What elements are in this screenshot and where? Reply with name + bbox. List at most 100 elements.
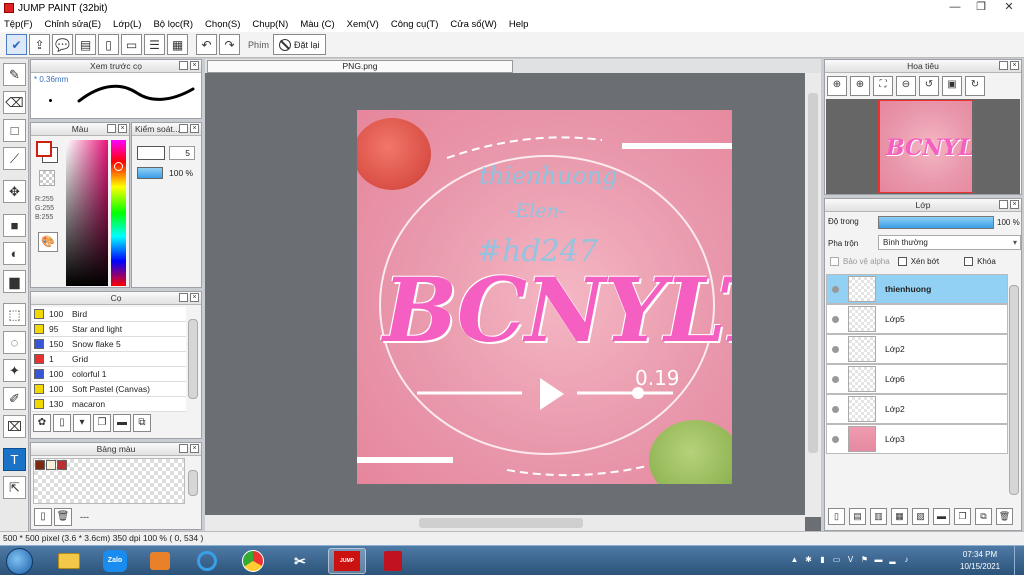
reset-view-icon[interactable]: ▣ — [942, 76, 962, 96]
brush-opacity-value[interactable]: 100 % — [169, 167, 193, 179]
comment-icon[interactable]: ▤ — [75, 34, 96, 55]
menu-view[interactable]: Xem(V) — [347, 19, 379, 30]
navigator-frame[interactable] — [878, 100, 974, 193]
check-icon[interactable]: ✔ — [6, 34, 27, 55]
zalo-icon[interactable]: Zalo — [96, 548, 134, 574]
eye-icon[interactable] — [832, 375, 839, 383]
rectangle-select-icon[interactable]: □ — [3, 119, 26, 142]
page-icon[interactable]: ▯ — [98, 34, 119, 55]
export-icon[interactable]: ⇪ — [29, 34, 50, 55]
menu-edit[interactable]: Chỉnh sửa(E) — [45, 19, 102, 30]
artwork[interactable]: thienhuong -Elen- #hd247 BCNYLT 0.19 — [357, 110, 732, 484]
protect-alpha-checkbox[interactable]: Bảo vệ alpha — [830, 257, 890, 266]
magic-wand-icon[interactable]: ✦ — [3, 359, 26, 382]
eye-icon[interactable] — [832, 315, 839, 323]
transparent-color[interactable] — [39, 170, 55, 186]
rotate-right-icon[interactable]: ↻ — [965, 76, 985, 96]
merge-layer-icon[interactable]: ⧉ — [975, 508, 992, 525]
panel-close-icon[interactable]: × — [1010, 200, 1019, 209]
canvas-vertical-scrollbar[interactable] — [805, 73, 821, 517]
trash-icon[interactable]: 🗑 — [54, 508, 72, 526]
speech-bubble-icon[interactable]: 💬 — [52, 34, 73, 55]
select-eraser-icon[interactable]: ⌧ — [3, 415, 26, 438]
zoom-fit-icon[interactable]: ⊕ — [827, 76, 847, 96]
layer-row[interactable]: Lớp3 — [826, 424, 1008, 454]
eye-icon[interactable] — [832, 405, 839, 413]
grid-check-icon[interactable]: ▦ — [167, 34, 188, 55]
internet-explorer-icon[interactable] — [188, 548, 226, 574]
menu-color[interactable]: Màu (C) — [300, 19, 334, 30]
text-tool-icon[interactable]: T — [3, 448, 26, 471]
eraser-tool-icon[interactable]: ⌫ — [3, 91, 26, 114]
maximize-button[interactable]: ❐ — [968, 0, 994, 16]
palette-icon[interactable]: 🎨 — [38, 232, 58, 252]
new-layer-pattern-icon[interactable]: ▧ — [912, 508, 929, 525]
hue-handle[interactable] — [114, 162, 123, 171]
brush-item[interactable]: 130 macaron — [32, 397, 186, 412]
brush-item[interactable]: 100 colorful 1 — [32, 367, 186, 382]
copy-brush-icon[interactable]: ❐ — [93, 414, 111, 432]
palette-swatch[interactable] — [46, 460, 56, 470]
new-brush-icon[interactable]: ▯ — [53, 414, 71, 432]
foreground-color[interactable] — [36, 141, 52, 157]
panel-close-icon[interactable]: × — [190, 61, 199, 70]
start-button[interactable] — [6, 548, 33, 575]
minimize-button[interactable]: — — [942, 0, 968, 16]
new-8bit-layer-icon[interactable]: ▥ — [870, 508, 887, 525]
brush-item[interactable]: 1 Grid — [32, 352, 186, 367]
acrobat-icon[interactable] — [374, 548, 412, 574]
flag-icon[interactable]: ⚑ — [860, 554, 869, 565]
menu-file[interactable]: Tệp(F) — [4, 19, 33, 30]
operation-tool-icon[interactable]: ⇱ — [3, 476, 26, 499]
snipping-tool-icon[interactable]: ✂ — [281, 548, 319, 574]
zoom-in-icon[interactable]: ⊕ — [850, 76, 870, 96]
move-tool-icon[interactable]: ✥ — [3, 180, 26, 203]
panel-float-icon[interactable] — [179, 124, 188, 133]
palette-swatch[interactable] — [35, 460, 45, 470]
document-icon[interactable]: ▭ — [121, 34, 142, 55]
redo-icon[interactable]: ↷ — [219, 34, 240, 55]
signal-icon[interactable]: ▂ — [888, 554, 897, 565]
new-layer-icon[interactable]: ▯ — [828, 508, 845, 525]
layer-row[interactable]: Lớp6 — [826, 364, 1008, 394]
battery-icon[interactable]: ▭ — [832, 554, 841, 565]
jump-paint-taskbar-icon[interactable]: JUMP PAINT — [328, 548, 366, 574]
brush-list-scrollbar[interactable] — [188, 319, 198, 399]
chrome-icon[interactable] — [234, 548, 272, 574]
volume-icon[interactable]: ♪ — [902, 554, 911, 565]
tray-up-icon[interactable]: ▲ — [790, 554, 799, 565]
menu-layer[interactable]: Lớp(L) — [113, 19, 141, 30]
menu-help[interactable]: Help — [509, 19, 529, 30]
canvas-horizontal-scrollbar[interactable] — [205, 515, 805, 531]
menu-window[interactable]: Cửa sổ(W) — [450, 19, 496, 30]
fill-rect-icon[interactable]: ■ — [3, 214, 26, 237]
panel-close-icon[interactable]: × — [118, 124, 127, 133]
new-halftone-layer-icon[interactable]: ▤ — [849, 508, 866, 525]
palette-swatch[interactable] — [57, 460, 67, 470]
marquee-select-icon[interactable]: ⬚ — [3, 303, 26, 326]
panel-float-icon[interactable] — [107, 124, 116, 133]
network-icon[interactable]: ▮ — [818, 554, 827, 565]
folder-icon[interactable]: ▬ — [113, 414, 131, 432]
new-folder-icon[interactable]: ▬ — [933, 508, 950, 525]
brush-size-input[interactable]: 5 — [169, 146, 195, 160]
list-icon[interactable]: ☰ — [144, 34, 165, 55]
brush-item[interactable]: 100 Soft Pastel (Canvas) — [32, 382, 186, 397]
palette-scrollbar[interactable] — [188, 470, 198, 496]
lasso-select-icon[interactable]: ◌ — [3, 331, 26, 354]
clock[interactable]: 07:34 PM 10/15/2021 — [960, 549, 1000, 573]
eye-icon[interactable] — [832, 345, 839, 353]
brush-shape-icon[interactable]: ✿ — [33, 414, 51, 432]
palette-grid[interactable] — [33, 458, 185, 504]
duplicate-icon[interactable]: ⧉ — [133, 414, 151, 432]
brush-menu-icon[interactable]: ▾ — [73, 414, 91, 432]
eye-icon[interactable] — [832, 285, 839, 293]
new-palette-color-icon[interactable]: ▯ — [34, 508, 52, 526]
menu-select[interactable]: Chọn(S) — [205, 19, 240, 30]
panel-float-icon[interactable] — [999, 61, 1008, 70]
show-desktop-button[interactable] — [1014, 546, 1024, 575]
monitor-icon[interactable]: ▬ — [874, 554, 883, 565]
rotate-left-icon[interactable]: ↺ — [919, 76, 939, 96]
menu-tools[interactable]: Công cụ(T) — [391, 19, 439, 30]
panel-float-icon[interactable] — [179, 444, 188, 453]
